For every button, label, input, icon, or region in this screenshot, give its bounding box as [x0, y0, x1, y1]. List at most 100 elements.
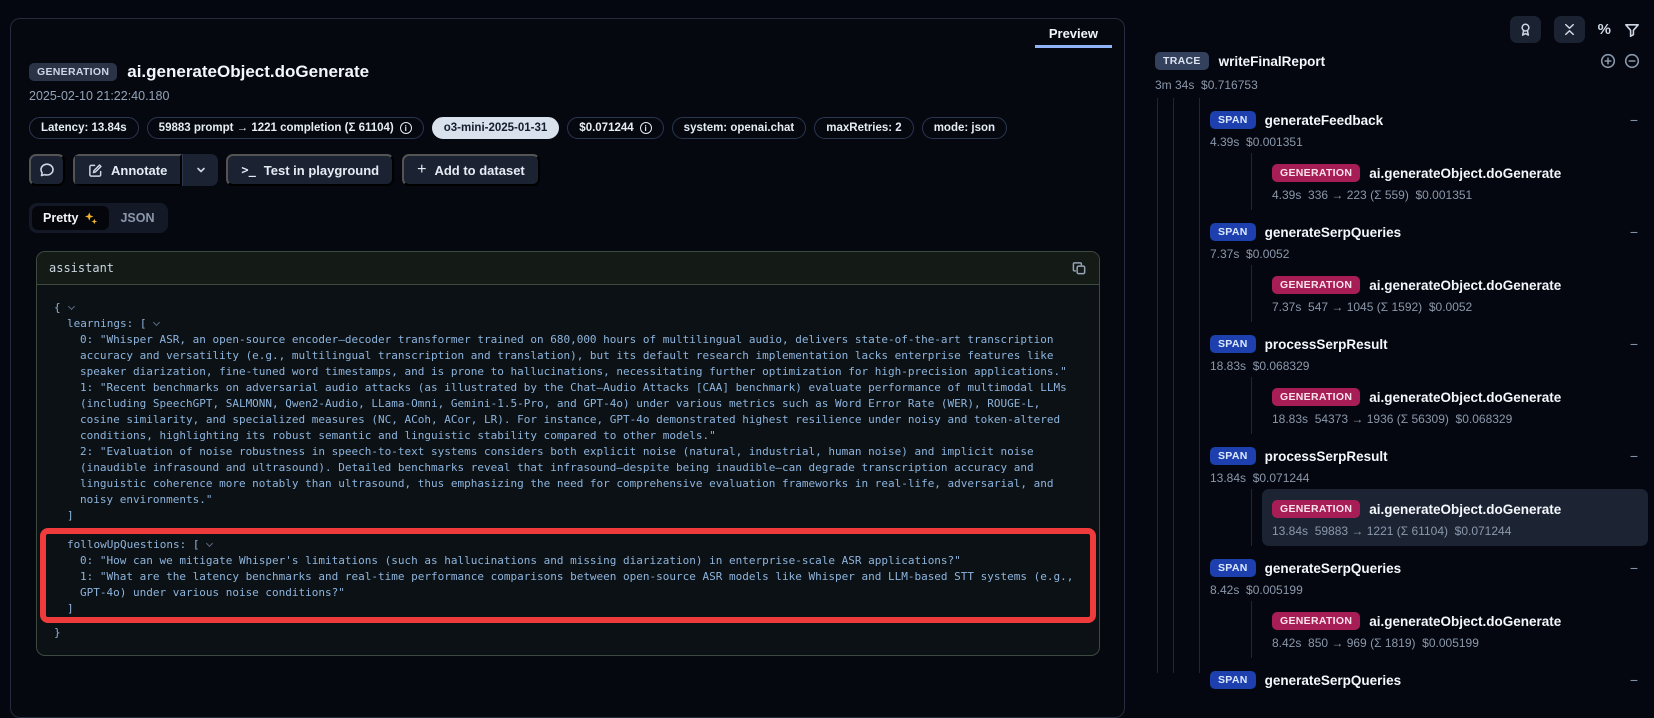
toggle-json[interactable]: JSON	[109, 206, 165, 230]
node-metrics: 13.84s 59883 → 1221 (Σ 61104) $0.071244	[1272, 518, 1638, 540]
sparkles-icon	[84, 211, 98, 225]
trace-type-badge: TRACE	[1155, 52, 1209, 70]
collapse-node-button[interactable]: −	[1630, 336, 1648, 352]
tree-node-generation-selected[interactable]: GENERATION ai.generateObject.doGenerate …	[1262, 489, 1648, 546]
token-usage-badge[interactable]: 59883 prompt → 1221 completion (Σ 61104)…	[147, 117, 424, 139]
node-name: generateFeedback	[1265, 113, 1384, 128]
info-icon: i	[640, 122, 652, 134]
copy-icon[interactable]	[1072, 261, 1087, 276]
info-icon: i	[400, 122, 412, 134]
generation-badge: GENERATION	[1272, 612, 1360, 630]
annotate-button[interactable]: Annotate	[73, 154, 182, 186]
tree-node-generation[interactable]: GENERATION ai.generateObject.doGenerate …	[1262, 153, 1648, 210]
tree-indent-guide	[1173, 98, 1174, 673]
collapse-node-button[interactable]: −	[1630, 112, 1648, 128]
trace-root-row[interactable]: TRACE writeFinalReport	[1155, 52, 1640, 70]
terminal-icon: >_	[241, 163, 255, 177]
percent-icon: %	[1598, 21, 1611, 38]
collapse-node-button[interactable]: −	[1630, 448, 1648, 464]
node-metrics: 18.83s $0.068329	[1210, 353, 1648, 375]
page-title: ai.generateObject.doGenerate	[127, 62, 369, 82]
json-followup-key[interactable]: followUpQuestions: [	[54, 537, 1083, 553]
add-to-dataset-button[interactable]: + Add to dataset	[402, 154, 540, 186]
node-name: ai.generateObject.doGenerate	[1369, 502, 1561, 517]
json-learnings-key[interactable]: learnings: [	[54, 316, 1082, 332]
trace-metrics: 3m 34s $0.716753	[1155, 78, 1258, 92]
tree-node-generation[interactable]: GENERATION ai.generateObject.doGenerate …	[1262, 377, 1648, 434]
json-open-brace[interactable]: {	[54, 300, 1082, 316]
tree-node-span[interactable]: SPAN generateFeedback − 4.39s $0.001351 …	[1210, 98, 1648, 210]
plus-icon: +	[417, 161, 426, 179]
collapse-all-button[interactable]	[1554, 16, 1585, 43]
annotate-label: Annotate	[111, 163, 167, 178]
trace-title: writeFinalReport	[1219, 54, 1326, 69]
generation-badge: GENERATION	[1272, 276, 1360, 294]
collapse-chevron-icon[interactable]	[153, 319, 160, 326]
annotate-split-button: Annotate	[73, 154, 218, 186]
tree-node-span[interactable]: SPAN processSerpResult − 13.84s $0.07124…	[1210, 434, 1648, 546]
annotation-queue-button[interactable]	[1510, 16, 1541, 43]
trace-tree-sidebar: % TRACE writeFinalReport 3m 34s $0.71675…	[1125, 0, 1654, 673]
node-metrics: 18.83s 54373 → 1936 (Σ 56309) $0.068329	[1272, 406, 1638, 428]
collapse-all-circle-icon[interactable]	[1624, 53, 1640, 69]
json-close-brace: }	[54, 625, 1082, 641]
show-metrics-button[interactable]: %	[1598, 21, 1611, 38]
span-badge: SPAN	[1210, 559, 1256, 577]
generation-badge: GENERATION	[1272, 388, 1360, 406]
node-name: generateSerpQueries	[1265, 225, 1402, 240]
span-badge: SPAN	[1210, 223, 1256, 241]
json-followup-item: 0: "How can we mitigate Whisper's limita…	[54, 553, 1083, 569]
json-learning-item: 2: "Evaluation of noise robustness in sp…	[54, 444, 1082, 508]
latency-badge: Latency: 13.84s	[29, 117, 139, 139]
output-block: assistant { learnings: [ 0: "Whisper ASR…	[36, 251, 1100, 656]
message-role-label: assistant	[49, 261, 114, 275]
collapse-node-button[interactable]: −	[1630, 560, 1648, 576]
filter-funnel-icon	[1624, 22, 1640, 38]
node-metrics: 7.37s 547 → 1045 (Σ 1592) $0.0052	[1272, 294, 1638, 316]
span-badge: SPAN	[1210, 111, 1256, 129]
json-array-close: ]	[54, 508, 1082, 524]
collapse-chevron-icon[interactable]	[68, 303, 75, 310]
tree-node-span[interactable]: SPAN processSerpResult − 18.83s $0.06832…	[1210, 322, 1648, 434]
tree-node-generation[interactable]: GENERATION ai.generateObject.doGenerate …	[1262, 601, 1648, 658]
node-metrics: 4.39s $0.001351	[1210, 129, 1648, 151]
tree-node-span[interactable]: SPAN generateSerpQueries − 7.37s $0.0052…	[1210, 210, 1648, 322]
max-retries-badge: maxRetries: 2	[814, 117, 913, 139]
chevron-down-icon	[195, 164, 207, 176]
tree-node-span[interactable]: SPAN generateSerpQueries −	[1210, 658, 1648, 689]
tab-preview[interactable]: Preview	[1035, 19, 1112, 48]
node-metrics: 8.42s 850 → 969 (Σ 1819) $0.005199	[1272, 630, 1638, 652]
pretty-label: Pretty	[43, 211, 78, 225]
collapse-chevron-icon[interactable]	[206, 540, 213, 547]
comment-bubble-icon	[39, 162, 55, 178]
observation-timestamp: 2025-02-10 21:22:40.180	[29, 89, 1106, 103]
token-usage-label: 59883 prompt → 1221 completion (Σ 61104)	[159, 122, 394, 134]
trace-tree: SPAN generateFeedback − 4.39s $0.001351 …	[1173, 98, 1648, 673]
json-learning-item: 0: "Whisper ASR, an open-source encoder–…	[54, 332, 1082, 380]
output-json-viewer: { learnings: [ 0: "Whisper ASR, an open-…	[37, 285, 1099, 655]
metadata-badges: Latency: 13.84s 59883 prompt → 1221 comp…	[29, 117, 1106, 139]
system-badge: system: openai.chat	[672, 117, 807, 139]
node-name: processSerpResult	[1265, 449, 1388, 464]
comment-button[interactable]	[29, 154, 65, 186]
cost-badge[interactable]: $0.071244 i	[567, 117, 663, 139]
collapse-node-button[interactable]: −	[1630, 224, 1648, 240]
tree-node-generation[interactable]: GENERATION ai.generateObject.doGenerate …	[1262, 265, 1648, 322]
filter-button[interactable]	[1624, 22, 1640, 38]
observation-panel: Preview GENERATION ai.generateObject.doG…	[10, 18, 1125, 718]
add-to-dataset-label: Add to dataset	[434, 163, 524, 178]
tree-node-span[interactable]: SPAN generateSerpQueries − 8.42s $0.0051…	[1210, 546, 1648, 658]
tree-indent-guide	[1157, 98, 1158, 673]
expand-all-icon[interactable]	[1600, 53, 1616, 69]
json-followup-item: 1: "What are the latency benchmarks and …	[54, 569, 1083, 601]
toggle-pretty[interactable]: Pretty	[32, 206, 109, 230]
annotate-dropdown-button[interactable]	[182, 154, 218, 186]
span-badge: SPAN	[1210, 447, 1256, 465]
collapse-node-button[interactable]: −	[1630, 672, 1648, 688]
node-metrics: 7.37s $0.0052	[1210, 241, 1648, 263]
model-badge[interactable]: o3-mini-2025-01-31	[432, 117, 560, 139]
node-name: ai.generateObject.doGenerate	[1369, 278, 1561, 293]
json-array-close: ]	[54, 601, 1083, 617]
node-metrics: 4.39s 336 → 223 (Σ 559) $0.001351	[1272, 182, 1638, 204]
test-in-playground-button[interactable]: >_ Test in playground	[226, 154, 394, 186]
